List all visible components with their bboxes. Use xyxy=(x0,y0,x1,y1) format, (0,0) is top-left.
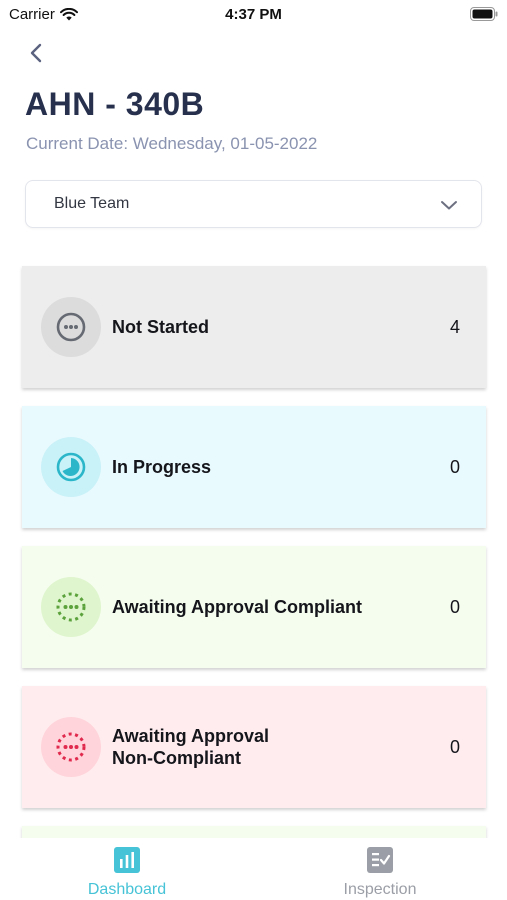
dots-circle-icon xyxy=(41,297,101,357)
chevron-down-icon xyxy=(441,201,457,210)
status-card-label: Awaiting Approval Compliant xyxy=(112,597,363,617)
status-card-label-line1: Awaiting Approval xyxy=(112,726,270,746)
status-card-awaiting-compliant[interactable]: Awaiting Approval Compliant 0 xyxy=(22,546,486,668)
team-dropdown[interactable]: Blue Team xyxy=(25,180,482,228)
status-card-count: 4 xyxy=(449,316,460,337)
dashed-circle-icon xyxy=(41,717,101,777)
status-bar: Carrier 4:37 PM xyxy=(0,0,507,28)
bar-chart-icon xyxy=(114,847,140,873)
status-time: 4:37 PM xyxy=(225,6,282,23)
status-card-count: 0 xyxy=(449,456,460,477)
team-dropdown-value: Blue Team xyxy=(54,195,130,212)
back-chevron-icon[interactable] xyxy=(26,40,48,66)
tab-label: Inspection xyxy=(343,881,417,898)
page-title: AHN - 340B xyxy=(25,86,205,122)
status-card-label-line2: Non-Compliant xyxy=(112,748,241,768)
status-card-label: Not Started xyxy=(112,317,210,337)
current-date: Current Date: Wednesday, 01-05-2022 xyxy=(26,134,318,153)
status-card-count: 0 xyxy=(449,736,460,757)
tab-label: Dashboard xyxy=(87,881,167,898)
tab-dashboard[interactable]: Dashboard xyxy=(67,846,187,899)
tab-inspection[interactable]: Inspection xyxy=(320,846,440,899)
progress-circle-icon xyxy=(41,437,101,497)
checklist-icon xyxy=(367,847,393,873)
status-card-not-started[interactable]: Not Started 4 xyxy=(22,266,486,388)
status-card-label: Awaiting Approval Non-Compliant xyxy=(112,686,412,808)
battery-icon xyxy=(470,7,498,21)
tab-bar: Dashboard Inspection xyxy=(0,838,507,900)
status-card-awaiting-non-compliant[interactable]: Awaiting Approval Non-Compliant 0 xyxy=(22,686,486,808)
status-card-in-progress[interactable]: In Progress 0 xyxy=(22,406,486,528)
status-card-count: 0 xyxy=(449,596,460,617)
dashed-circle-icon xyxy=(41,577,101,637)
status-card-label: In Progress xyxy=(112,457,212,477)
